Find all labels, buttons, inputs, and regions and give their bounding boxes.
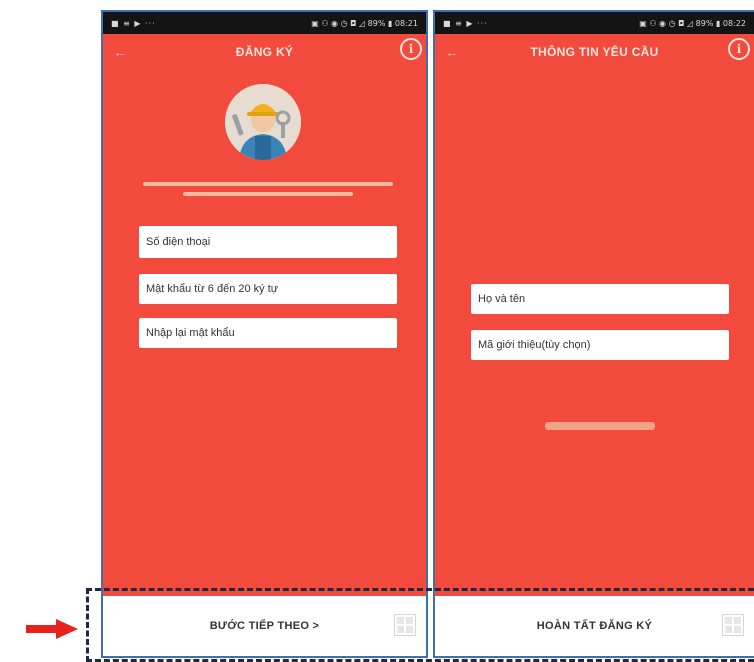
next-step-bar[interactable]: BƯỚC TIẾP THEO > bbox=[103, 596, 426, 656]
status-icons-right: ▣ ⚇ ◉ ◷ ◘ ◿ 89% ▮ 08:22 bbox=[639, 18, 746, 28]
confirm-password-input[interactable]: Nhập lại mật khẩu bbox=[139, 318, 397, 348]
full-name-input[interactable]: Họ và tên bbox=[471, 284, 729, 314]
back-arrow-icon[interactable]: ← bbox=[113, 44, 127, 60]
referral-code-input[interactable]: Mã giới thiệu(tùy chọn) bbox=[471, 330, 729, 360]
stage: ■ ≡ ▶ ··· ▣ ⚇ ◉ ◷ ◘ ◿ 89% ▮ 08:21 ← ĐĂNG… bbox=[0, 0, 754, 662]
request-info-screen: ■ ≡ ▶ ··· ▣ ⚇ ◉ ◷ ◘ ◿ 89% ▮ 08:22 ← THÔN… bbox=[433, 10, 754, 658]
next-step-button[interactable]: BƯỚC TIẾP THEO > bbox=[210, 620, 320, 632]
worker-illustration-icon bbox=[225, 84, 301, 160]
red-arrow-icon bbox=[26, 619, 78, 639]
info-icon[interactable]: i bbox=[728, 38, 750, 60]
finish-bar[interactable]: HOÀN TẤT ĐĂNG KÝ bbox=[435, 596, 754, 656]
finish-registration-button[interactable]: HOÀN TẤT ĐĂNG KÝ bbox=[537, 620, 652, 632]
subtitle-text bbox=[143, 178, 393, 204]
password-input[interactable]: Mật khẩu từ 6 đến 20 ký tự bbox=[139, 274, 397, 304]
worker-avatar bbox=[225, 84, 301, 160]
title-bar: ← ĐĂNG KÝ i bbox=[103, 34, 426, 70]
status-bar: ■ ≡ ▶ ··· ▣ ⚇ ◉ ◷ ◘ ◿ 89% ▮ 08:21 bbox=[103, 12, 426, 34]
page-title: ĐĂNG KÝ bbox=[235, 45, 294, 59]
register-screen: ■ ≡ ▶ ··· ▣ ⚇ ◉ ◷ ◘ ◿ 89% ▮ 08:21 ← ĐĂNG… bbox=[101, 10, 428, 658]
grid-icon bbox=[722, 614, 744, 636]
status-icons-right: ▣ ⚇ ◉ ◷ ◘ ◿ 89% ▮ 08:21 bbox=[311, 18, 418, 28]
page-title: THÔNG TIN YÊU CẦU bbox=[530, 45, 659, 59]
terms-link[interactable] bbox=[545, 422, 655, 430]
title-bar: ← THÔNG TIN YÊU CẦU i bbox=[435, 34, 754, 70]
status-icons-left: ■ ≡ ▶ ··· bbox=[111, 18, 156, 28]
info-icon[interactable]: i bbox=[400, 38, 422, 60]
status-icons-left: ■ ≡ ▶ ··· bbox=[443, 18, 488, 28]
back-arrow-icon[interactable]: ← bbox=[445, 44, 459, 60]
grid-icon bbox=[394, 614, 416, 636]
phone-number-input[interactable]: Số điện thoại bbox=[139, 226, 397, 258]
status-bar: ■ ≡ ▶ ··· ▣ ⚇ ◉ ◷ ◘ ◿ 89% ▮ 08:22 bbox=[435, 12, 754, 34]
